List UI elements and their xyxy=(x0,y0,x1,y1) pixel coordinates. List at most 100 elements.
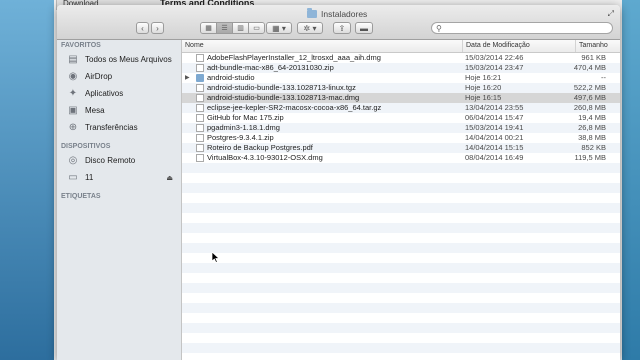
file-row[interactable]: Roteiro de Backup Postgres.pdf 14/04/2014… xyxy=(182,143,620,153)
empty-row xyxy=(182,313,620,323)
empty-row xyxy=(182,203,620,213)
file-row[interactable]: VirtualBox-4.3.10-93012-OSX.dmg 08/04/201… xyxy=(182,153,620,163)
file-row[interactable]: Postgres-9.3.4.1.zip 14/04/2014 00:21 38,8… xyxy=(182,133,620,143)
file-name: AdobeFlashPlayerInstaller_12_ltrosxd_aaa… xyxy=(207,53,381,62)
document-icon xyxy=(196,144,204,152)
file-row[interactable]: adt-bundle-mac-x86_64-20131030.zip 15/03/… xyxy=(182,63,620,73)
icon-view-button[interactable]: ▦ xyxy=(201,23,217,33)
file-date: Hoje 16:21 xyxy=(465,73,502,82)
desktop-background-right xyxy=(622,0,640,360)
file-date: 13/04/2014 23:55 xyxy=(465,103,524,112)
eject-icon[interactable]: ⏏ xyxy=(166,174,173,182)
column-header: Nome Data de Modificação Tamanho xyxy=(182,40,620,53)
sidebar-item-label: 11 xyxy=(85,173,94,182)
drive-icon: ▭ xyxy=(68,172,78,183)
document-icon xyxy=(196,134,204,142)
empty-row xyxy=(182,233,620,243)
sidebar-item-desktop[interactable]: ▣ Mesa xyxy=(57,102,181,119)
empty-row xyxy=(182,223,620,233)
file-size: 38,8 MB xyxy=(578,133,606,142)
file-row[interactable]: android-studio-bundle-133.1028713-linux.… xyxy=(182,83,620,93)
search-field[interactable]: ⚲ xyxy=(431,22,613,34)
empty-row xyxy=(182,283,620,293)
column-view-button[interactable]: ▥ xyxy=(233,23,249,33)
sidebar-item-remote-disc[interactable]: ◎ Disco Remoto xyxy=(57,152,181,169)
file-date: 08/04/2014 16:49 xyxy=(465,153,524,162)
empty-row xyxy=(182,253,620,263)
back-button[interactable]: ‹ xyxy=(136,22,149,34)
tags-button[interactable]: ▬ xyxy=(355,22,373,34)
empty-row xyxy=(182,303,620,313)
file-name: android-studio-bundle-133.1028713-linux.… xyxy=(207,83,356,92)
file-name: adt-bundle-mac-x86_64-20131030.zip xyxy=(207,63,334,72)
airdrop-icon: ◉ xyxy=(68,71,78,82)
document-icon xyxy=(196,94,204,102)
empty-row xyxy=(182,273,620,283)
gear-icon: ✲ ▾ xyxy=(303,23,317,33)
window-title: Instaladores xyxy=(307,8,367,19)
sidebar-item-label: AirDrop xyxy=(85,72,113,81)
empty-row xyxy=(182,293,620,303)
file-date: 14/04/2014 15:15 xyxy=(465,143,524,152)
sidebar-item-downloads[interactable]: ⊕ Transferências xyxy=(57,119,181,136)
sidebar-item-all-files[interactable]: ▤ Todos os Meus Arquivos xyxy=(57,51,181,68)
folder-row[interactable]: ▶ android-studio Hoje 16:21 -- xyxy=(182,73,620,83)
sidebar-item-drive-11[interactable]: ▭ 11 ⏏ xyxy=(57,169,181,186)
sidebar-item-label: Transferências xyxy=(85,123,138,132)
file-name: VirtualBox-4.3.10-93012-OSX.dmg xyxy=(207,153,323,162)
file-name: android-studio xyxy=(207,73,255,82)
empty-row xyxy=(182,173,620,183)
file-row[interactable]: pgadmin3-1.18.1.dmg 15/03/2014 19:41 26,8 … xyxy=(182,123,620,133)
view-mode-switcher: ▦ ☰ ▥ ▭ xyxy=(200,22,265,34)
empty-row xyxy=(182,323,620,333)
column-date-header[interactable]: Data de Modificação xyxy=(462,40,575,52)
share-icon: ⇪ xyxy=(338,23,346,33)
action-button[interactable]: ✲ ▾ xyxy=(297,22,323,34)
file-name: android-studio-bundle-133.1028713-mac.dm… xyxy=(207,93,360,102)
search-input[interactable] xyxy=(441,24,605,32)
sidebar-item-label: Todos os Meus Arquivos xyxy=(85,55,172,64)
applications-icon: ✦ xyxy=(68,88,78,99)
file-date: 14/04/2014 00:21 xyxy=(465,133,524,142)
sidebar-heading-devices: DISPOSITIVOS xyxy=(61,143,111,150)
fullscreen-icon[interactable]: ⤢ xyxy=(608,9,614,19)
empty-row xyxy=(182,183,620,193)
list-view-button[interactable]: ☰ xyxy=(217,23,233,33)
forward-button[interactable]: › xyxy=(151,22,164,34)
disclosure-triangle-icon[interactable]: ▶ xyxy=(185,73,190,83)
file-row[interactable]: GitHub for Mac 175.zip 06/04/2014 15:47 19… xyxy=(182,113,620,123)
file-size: -- xyxy=(601,73,606,82)
file-row[interactable]: eclipse-jee-kepler-SR2-macosx-cocoa-x86_… xyxy=(182,103,620,113)
cover-flow-button[interactable]: ▭ xyxy=(249,23,264,33)
finder-window: Instaladores ⤢ ‹ › ▦ ☰ ▥ ▭ ▦ ▾ ✲ ▾ ⇪ ▬ ⚲… xyxy=(57,5,620,360)
share-button[interactable]: ⇪ xyxy=(333,22,351,34)
remote-disc-icon: ◎ xyxy=(68,155,78,166)
title-bar[interactable]: Instaladores ⤢ ‹ › ▦ ☰ ▥ ▭ ▦ ▾ ✲ ▾ ⇪ ▬ ⚲ xyxy=(57,5,620,40)
column-size-header[interactable]: Tamanho xyxy=(575,40,620,52)
file-row[interactable]: android-studio-bundle-133.1028713-mac.dm… xyxy=(182,93,620,103)
file-row[interactable]: AdobeFlashPlayerInstaller_12_ltrosxd_aaa… xyxy=(182,53,620,63)
file-name: GitHub for Mac 175.zip xyxy=(207,113,284,122)
document-icon xyxy=(196,64,204,72)
arrange-button[interactable]: ▦ ▾ xyxy=(266,22,292,34)
file-size: 19,4 MB xyxy=(578,113,606,122)
tag-icon: ▬ xyxy=(360,23,368,33)
document-icon xyxy=(196,154,204,162)
sidebar-item-applications[interactable]: ✦ Aplicativos xyxy=(57,85,181,102)
file-size: 470,4 MB xyxy=(573,63,606,72)
file-list: Nome Data de Modificação Tamanho AdobeFl… xyxy=(182,40,620,360)
folder-icon xyxy=(196,74,204,82)
desktop-icon: ▣ xyxy=(68,105,78,116)
grid-icon: ▦ ▾ xyxy=(272,23,286,33)
file-size: 522,2 MB xyxy=(573,83,606,92)
file-size: 26,8 MB xyxy=(578,123,606,132)
column-name-header[interactable]: Nome xyxy=(182,40,462,52)
folder-icon xyxy=(307,8,317,18)
document-icon xyxy=(196,84,204,92)
sidebar-item-airdrop[interactable]: ◉ AirDrop xyxy=(57,68,181,85)
sidebar-heading-favorites: FAVORITOS xyxy=(61,42,101,49)
chevron-left-icon: ‹ xyxy=(141,23,144,33)
file-size: 119,5 MB xyxy=(574,153,606,162)
file-size: 497,6 MB xyxy=(573,93,606,102)
sidebar-item-label: Disco Remoto xyxy=(85,156,136,165)
